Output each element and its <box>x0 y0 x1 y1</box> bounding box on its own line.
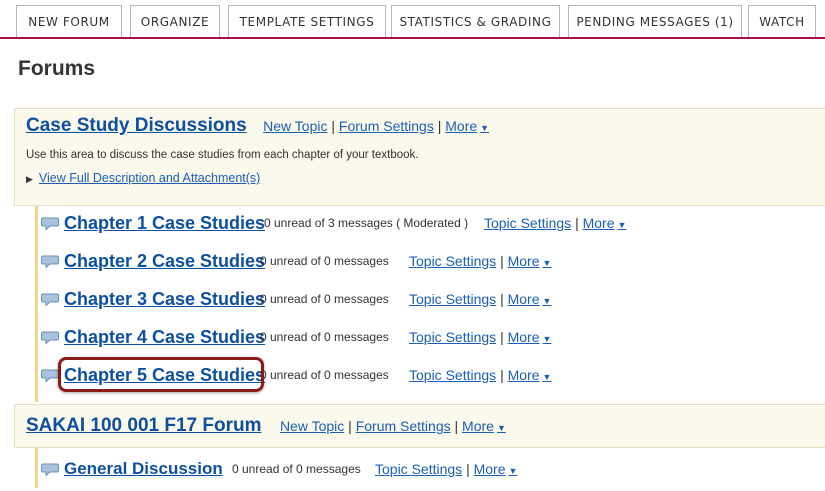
caret-down-icon: ▼ <box>496 423 506 433</box>
topic-title-link[interactable]: Chapter 2 Case Studies <box>64 251 265 272</box>
topic-message-count: 0 unread of 0 messages <box>260 292 389 306</box>
topic-more-link[interactable]: More ▼ <box>583 215 627 231</box>
separator: | <box>331 118 336 134</box>
topic-more-link[interactable]: More ▼ <box>474 461 518 477</box>
tab-organize[interactable]: ORGANIZE <box>130 5 220 37</box>
forum-settings-link[interactable]: Forum Settings <box>356 418 451 434</box>
topic-message-count: 0 unread of 0 messages <box>260 330 389 344</box>
topic-settings-link[interactable]: Topic Settings <box>484 215 571 231</box>
speech-bubble-icon <box>41 369 59 382</box>
topic-more-link[interactable]: More ▼ <box>508 329 552 345</box>
caret-down-icon: ▼ <box>542 372 552 382</box>
tab-statistics-grading[interactable]: STATISTICS & GRADING <box>391 5 560 37</box>
separator: | <box>500 291 504 307</box>
view-full-description[interactable]: ▶ View Full Description and Attachment(s) <box>26 171 260 185</box>
speech-bubble-icon <box>41 463 59 476</box>
page-title: Forums <box>18 57 96 80</box>
separator: | <box>437 118 442 134</box>
forum-sakai-100: SAKAI 100 001 F17 Forum New Topic | Foru… <box>14 404 825 448</box>
topic-row: Chapter 5 Case Studies 0 unread of 0 mes… <box>38 360 825 390</box>
new-topic-link[interactable]: New Topic <box>263 118 327 134</box>
topic-list: Chapter 1 Case Studies 0 unread of 3 mes… <box>35 206 825 402</box>
forum-description: Use this area to discuss the case studie… <box>26 149 419 161</box>
speech-bubble-icon <box>41 293 59 306</box>
topic-list: General Discussion 0 unread of 0 message… <box>35 448 825 488</box>
topic-row: Chapter 2 Case Studies 0 unread of 0 mes… <box>38 246 825 276</box>
caret-down-icon: ▼ <box>542 258 552 268</box>
tab-new-forum[interactable]: NEW FORUM <box>16 5 122 37</box>
topic-title-link[interactable]: Chapter 1 Case Studies <box>64 213 265 234</box>
caret-down-icon: ▼ <box>542 334 552 344</box>
forum-title-link[interactable]: SAKAI 100 001 F17 Forum <box>26 415 261 436</box>
separator: | <box>575 215 579 231</box>
topic-settings-link[interactable]: Topic Settings <box>409 291 496 307</box>
separator: | <box>500 329 504 345</box>
disclosure-triangle-icon: ▶ <box>26 174 33 184</box>
topic-row: Chapter 4 Case Studies 0 unread of 0 mes… <box>38 322 825 352</box>
speech-bubble-icon <box>41 331 59 344</box>
more-menu-link[interactable]: More ▼ <box>462 418 506 434</box>
topic-title-link[interactable]: Chapter 4 Case Studies <box>64 327 265 348</box>
topic-message-count: 0 unread of 0 messages <box>260 368 389 382</box>
topic-row: Chapter 1 Case Studies 0 unread of 3 mes… <box>38 208 825 238</box>
speech-bubble-icon <box>41 255 59 268</box>
topic-settings-link[interactable]: Topic Settings <box>409 253 496 269</box>
topic-title-link[interactable]: Chapter 3 Case Studies <box>64 289 265 310</box>
topic-title-link[interactable]: General Discussion <box>64 459 223 479</box>
forum-settings-link[interactable]: Forum Settings <box>339 118 434 134</box>
topic-row: General Discussion 0 unread of 0 message… <box>38 454 825 484</box>
caret-down-icon: ▼ <box>542 296 552 306</box>
separator: | <box>500 367 504 383</box>
topic-more-link[interactable]: More ▼ <box>508 291 552 307</box>
topic-message-count: 0 unread of 3 messages ( Moderated ) <box>264 216 469 230</box>
tab-template-settings[interactable]: TEMPLATE SETTINGS <box>228 5 386 37</box>
separator: | <box>454 418 459 434</box>
forum-title-link[interactable]: Case Study Discussions <box>26 115 247 136</box>
tab-watch[interactable]: WATCH <box>748 5 816 37</box>
more-menu-link[interactable]: More ▼ <box>445 118 489 134</box>
separator: | <box>500 253 504 269</box>
separator: | <box>466 461 470 477</box>
topic-message-count: 0 unread of 0 messages <box>232 462 361 476</box>
topic-settings-link[interactable]: Topic Settings <box>375 461 462 477</box>
topic-row: Chapter 3 Case Studies 0 unread of 0 mes… <box>38 284 825 314</box>
topic-settings-link[interactable]: Topic Settings <box>409 329 496 345</box>
caret-down-icon: ▼ <box>480 123 490 133</box>
topic-more-link[interactable]: More ▼ <box>508 253 552 269</box>
topic-settings-link[interactable]: Topic Settings <box>409 367 496 383</box>
caret-down-icon: ▼ <box>508 466 518 476</box>
forum-toolbar: NEW FORUM ORGANIZE TEMPLATE SETTINGS STA… <box>0 0 825 39</box>
caret-down-icon: ▼ <box>617 220 627 230</box>
speech-bubble-icon <box>41 217 59 230</box>
tab-underline <box>0 37 825 39</box>
topic-more-link[interactable]: More ▼ <box>508 367 552 383</box>
topic-title-link[interactable]: Chapter 5 Case Studies <box>64 365 265 386</box>
view-full-link[interactable]: View Full Description and Attachment(s) <box>39 171 260 185</box>
separator: | <box>348 418 352 434</box>
topic-message-count: 0 unread of 0 messages <box>260 254 389 268</box>
new-topic-link[interactable]: New Topic <box>280 418 344 434</box>
tab-pending-messages[interactable]: PENDING MESSAGES (1) <box>568 5 742 37</box>
forum-case-study-discussions: Case Study Discussions New Topic | Forum… <box>14 108 825 206</box>
